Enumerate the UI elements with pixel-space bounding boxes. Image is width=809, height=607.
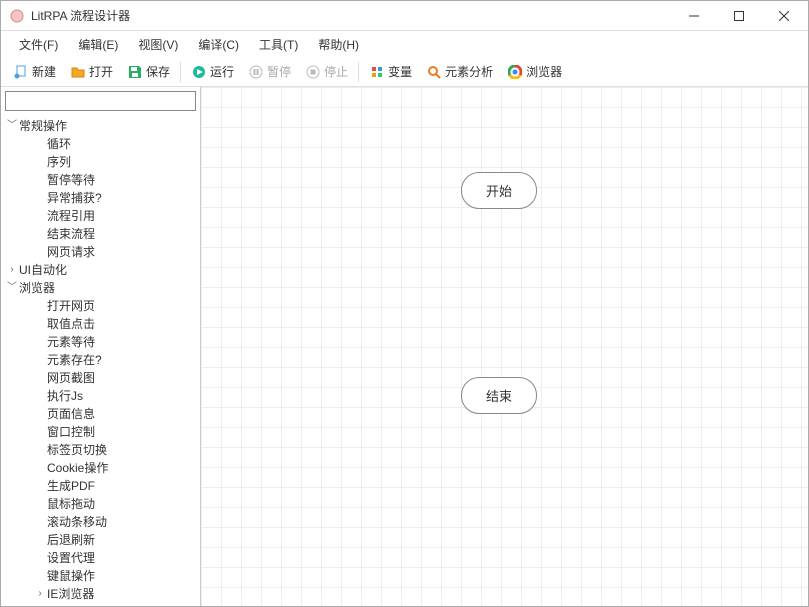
pause-button[interactable]: 暂停 (242, 60, 297, 83)
menu-file[interactable]: 文件(F) (9, 32, 68, 57)
new-label: 新建 (32, 63, 56, 80)
tree-item[interactable]: Cookie操作 (47, 459, 200, 477)
stop-button[interactable]: 停止 (299, 60, 354, 83)
menubar: 文件(F) 编辑(E) 视图(V) 编译(C) 工具(T) 帮助(H) (1, 31, 808, 57)
toolbar: 新建 打开 保存 运行 暂停 停止 变量 元素分析 (1, 57, 808, 87)
menu-compile[interactable]: 编译(C) (188, 32, 249, 57)
element-analyze-button[interactable]: 元素分析 (420, 60, 499, 83)
menu-edit[interactable]: 编辑(E) (68, 32, 128, 57)
variables-icon (369, 64, 385, 80)
browser-button[interactable]: 浏览器 (501, 60, 568, 83)
tree-item[interactable]: 网页请求 (47, 243, 200, 261)
window-controls (671, 1, 806, 30)
tree-item[interactable]: 元素存在? (47, 351, 200, 369)
flow-canvas[interactable]: 开始 结束 (201, 87, 808, 606)
tree-subcategory-miniblink[interactable]: ›MiniBlink (33, 603, 200, 606)
stop-icon (305, 64, 321, 80)
tree-item[interactable]: 页面信息 (47, 405, 200, 423)
window-title: LitRPA 流程设计器 (31, 7, 671, 24)
flow-end-node[interactable]: 结束 (461, 377, 537, 414)
tree-item[interactable]: 取值点击 (47, 315, 200, 333)
tree-label: UI自动化 (19, 262, 67, 278)
chevron-right-icon: › (33, 586, 47, 602)
minimize-button[interactable] (671, 1, 716, 30)
tree-item[interactable]: 滚动条移动 (47, 513, 200, 531)
tree-subcategory-ie[interactable]: ›IE浏览器 (33, 585, 200, 603)
browser-label: 浏览器 (526, 63, 562, 80)
variables-label: 变量 (388, 63, 412, 80)
run-label: 运行 (210, 63, 234, 80)
tree-item[interactable]: 元素等待 (47, 333, 200, 351)
search-box (5, 91, 196, 111)
maximize-button[interactable] (716, 1, 761, 30)
tree-category-ui-auto[interactable]: ›UI自动化 (5, 261, 200, 279)
tree-item[interactable]: 鼠标拖动 (47, 495, 200, 513)
tree-item[interactable]: 生成PDF (47, 477, 200, 495)
new-button[interactable]: 新建 (7, 60, 62, 83)
browser-icon (507, 64, 523, 80)
tree-item[interactable]: 标签页切换 (47, 441, 200, 459)
open-icon (70, 64, 86, 80)
tree-label: 常规操作 (19, 118, 67, 134)
tree-item[interactable]: 流程引用 (47, 207, 200, 225)
pause-label: 暂停 (267, 63, 291, 80)
close-button[interactable] (761, 1, 806, 30)
sidebar: ﹀常规操作 循环 序列 暂停等待 异常捕获? 流程引用 结束流程 网页请求 ›U… (1, 87, 201, 606)
app-window: LitRPA 流程设计器 文件(F) 编辑(E) 视图(V) 编译(C) 工具(… (0, 0, 809, 607)
app-icon (9, 8, 25, 24)
tree-item[interactable]: 执行Js (47, 387, 200, 405)
tree-item[interactable]: 网页截图 (47, 369, 200, 387)
run-icon (191, 64, 207, 80)
menu-tools[interactable]: 工具(T) (249, 32, 308, 57)
search-input[interactable] (5, 91, 196, 111)
save-label: 保存 (146, 63, 170, 80)
menu-view[interactable]: 视图(V) (128, 32, 188, 57)
stop-label: 停止 (324, 63, 348, 80)
tree-item[interactable]: 设置代理 (47, 549, 200, 567)
variables-button[interactable]: 变量 (363, 60, 418, 83)
tree-item[interactable]: 打开网页 (47, 297, 200, 315)
save-icon (127, 64, 143, 80)
tree-item[interactable]: 循环 (47, 135, 200, 153)
tree-category-common[interactable]: ﹀常规操作 (5, 117, 200, 135)
flow-start-node[interactable]: 开始 (461, 172, 537, 209)
tree-category-browser[interactable]: ﹀浏览器 (5, 279, 200, 297)
new-icon (13, 64, 29, 80)
tree-item[interactable]: 窗口控制 (47, 423, 200, 441)
run-button[interactable]: 运行 (185, 60, 240, 83)
pause-icon (248, 64, 264, 80)
tree-item[interactable]: 结束流程 (47, 225, 200, 243)
content-area: ﹀常规操作 循环 序列 暂停等待 异常捕获? 流程引用 结束流程 网页请求 ›U… (1, 87, 808, 606)
chevron-right-icon: › (5, 262, 19, 278)
chevron-down-icon: ﹀ (5, 280, 19, 296)
chevron-right-icon: › (33, 604, 47, 606)
element-analyze-label: 元素分析 (445, 63, 493, 80)
activity-tree[interactable]: ﹀常规操作 循环 序列 暂停等待 异常捕获? 流程引用 结束流程 网页请求 ›U… (1, 115, 200, 606)
titlebar: LitRPA 流程设计器 (1, 1, 808, 31)
tree-label: 浏览器 (19, 280, 55, 296)
save-button[interactable]: 保存 (121, 60, 176, 83)
tree-item[interactable]: 后退刷新 (47, 531, 200, 549)
toolbar-separator (358, 62, 359, 82)
menu-help[interactable]: 帮助(H) (308, 32, 369, 57)
tree-item[interactable]: 键鼠操作 (47, 567, 200, 585)
open-label: 打开 (89, 63, 113, 80)
chevron-down-icon: ﹀ (5, 118, 19, 134)
toolbar-separator (180, 62, 181, 82)
element-analyze-icon (426, 64, 442, 80)
tree-item[interactable]: 暂停等待 (47, 171, 200, 189)
tree-item[interactable]: 序列 (47, 153, 200, 171)
tree-item[interactable]: 异常捕获? (47, 189, 200, 207)
open-button[interactable]: 打开 (64, 60, 119, 83)
